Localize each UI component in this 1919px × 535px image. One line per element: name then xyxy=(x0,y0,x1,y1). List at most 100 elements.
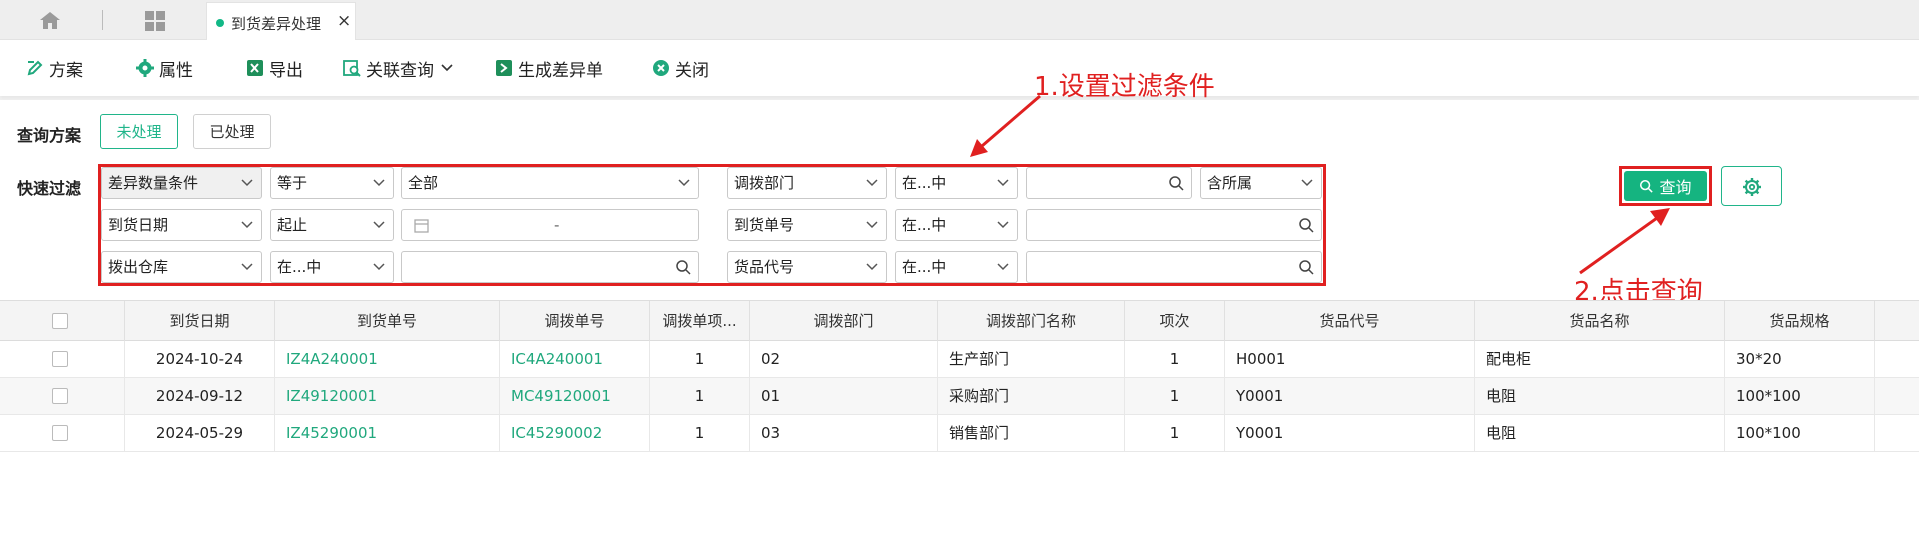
search-icon[interactable] xyxy=(1298,259,1314,275)
filter-field2-select[interactable]: 到货单号 xyxy=(727,209,887,241)
filter-field2-select[interactable]: 货品代号 xyxy=(727,251,887,283)
filter-field2-select[interactable]: 调拨部门 xyxy=(727,167,887,199)
column-header[interactable]: 调拨部门 xyxy=(750,301,938,341)
close-icon xyxy=(653,60,669,76)
search-icon[interactable] xyxy=(1298,217,1314,233)
cell-transfer-no-link[interactable]: IC4A240001 xyxy=(500,341,650,378)
filter-operator2-value: 在...中 xyxy=(902,174,947,192)
chevron-down-icon xyxy=(241,179,253,187)
properties-label: 属性 xyxy=(159,60,193,81)
filter-operator2-select[interactable]: 在...中 xyxy=(895,251,1018,283)
table-row[interactable]: 2024-05-29 IZ45290001 IC45290002 1 03 销售… xyxy=(0,415,1919,452)
search-icon[interactable] xyxy=(1168,175,1184,191)
filter-value-text: 全部 xyxy=(408,174,439,192)
filter-field-select[interactable]: 拨出仓库 xyxy=(101,251,262,283)
date-range-separator: - xyxy=(554,216,560,234)
apps-grid-icon[interactable] xyxy=(144,10,166,32)
tab-arrival-difference[interactable]: 到货差异处理 × xyxy=(206,2,356,40)
filter-operator2-value: 在...中 xyxy=(902,216,947,234)
filter-value2-input[interactable] xyxy=(1026,167,1192,199)
scheme-label: 方案 xyxy=(49,60,83,81)
query-scheme-label: 查询方案 xyxy=(17,126,82,145)
cell-dept: 02 xyxy=(750,341,938,378)
column-header[interactable]: 货品规格 xyxy=(1725,301,1875,341)
search-icon[interactable] xyxy=(675,259,691,275)
cell-arrival-date: 2024-09-12 xyxy=(125,378,275,415)
filter-operator2-value: 在...中 xyxy=(902,258,947,276)
filter-field2-value: 到货单号 xyxy=(734,216,795,234)
column-header[interactable]: 调拨单项... xyxy=(650,301,750,341)
generate-icon xyxy=(496,60,512,76)
cell-arrival-no-link[interactable]: IZ4A240001 xyxy=(275,341,500,378)
column-header[interactable]: 货品代号 xyxy=(1225,301,1475,341)
cell-dept: 01 xyxy=(750,378,938,415)
related-query-button[interactable]: 关联查询 xyxy=(343,57,454,81)
row-checkbox[interactable] xyxy=(52,351,68,367)
table-row[interactable]: 2024-10-24 IZ4A240001 IC4A240001 1 02 生产… xyxy=(0,341,1919,378)
tab-close-icon[interactable]: × xyxy=(337,11,351,31)
filter-field-select[interactable]: 差异数量条件 xyxy=(101,167,262,199)
column-header[interactable]: 货品名称 xyxy=(1475,301,1725,341)
export-button[interactable]: 导出 xyxy=(246,57,303,81)
column-header[interactable]: 到货单号 xyxy=(275,301,500,341)
close-button[interactable]: 关闭 xyxy=(652,57,709,81)
row-checkbox[interactable] xyxy=(52,388,68,404)
search-button-label: 查询 xyxy=(1659,178,1692,197)
filter-operator-value: 起止 xyxy=(277,216,308,234)
chevron-down-icon xyxy=(866,221,878,229)
filter-value2-input[interactable] xyxy=(1026,251,1322,283)
cell-product-name: 配电柜 xyxy=(1475,341,1725,378)
chevron-down-icon xyxy=(866,179,878,187)
row-checkbox[interactable] xyxy=(52,425,68,441)
cell-arrival-no-link[interactable]: IZ45290001 xyxy=(275,415,500,452)
cell-product-spec: 30*20 xyxy=(1725,341,1875,378)
close-label: 关闭 xyxy=(675,60,709,81)
chevron-down-icon xyxy=(373,179,385,187)
filter-operator-select[interactable]: 等于 xyxy=(270,167,394,199)
filter-value-select[interactable]: 全部 xyxy=(401,167,699,199)
warehouse-input[interactable] xyxy=(401,251,699,283)
cell-dept: 03 xyxy=(750,415,938,452)
export-label: 导出 xyxy=(269,60,303,81)
column-header[interactable]: 到货日期 xyxy=(125,301,275,341)
toolbar: 方案 属性 导出 关联查询 生成差异单 关闭 xyxy=(0,40,1919,96)
scheme-processed-button[interactable]: 已处理 xyxy=(193,114,271,149)
cell-arrival-no-link[interactable]: IZ49120001 xyxy=(275,378,500,415)
chevron-down-icon xyxy=(373,221,385,229)
filter-field-value: 差异数量条件 xyxy=(108,174,199,192)
home-icon[interactable] xyxy=(38,10,62,30)
quick-filter-label: 快速过滤 xyxy=(17,179,82,198)
select-all-cell xyxy=(0,301,125,341)
cell-transfer-no-link[interactable]: MC49120001 xyxy=(500,378,650,415)
chevron-down-icon xyxy=(997,263,1009,271)
cell-transfer-no-link[interactable]: IC45290002 xyxy=(500,415,650,452)
filter-operator-select[interactable]: 在...中 xyxy=(270,251,394,283)
table-row[interactable]: 2024-09-12 IZ49120001 MC49120001 1 01 采购… xyxy=(0,378,1919,415)
select-all-checkbox[interactable] xyxy=(52,313,68,329)
date-range-input[interactable]: - xyxy=(401,209,699,241)
top-tab-bar: 到货差异处理 × xyxy=(0,0,1919,40)
filter-operator2-select[interactable]: 在...中 xyxy=(895,167,1018,199)
filter-operator2-select[interactable]: 在...中 xyxy=(895,209,1018,241)
filter-include-sub-value: 含所属 xyxy=(1207,174,1253,192)
scheme-icon xyxy=(27,60,43,76)
filter-operator-select[interactable]: 起止 xyxy=(270,209,394,241)
search-button[interactable]: 查询 xyxy=(1624,171,1707,201)
generate-difference-button[interactable]: 生成差异单 xyxy=(495,57,603,81)
properties-button[interactable]: 属性 xyxy=(136,57,193,81)
filter-settings-button[interactable] xyxy=(1721,166,1782,206)
calendar-icon xyxy=(414,219,429,233)
related-query-icon xyxy=(343,60,361,77)
chevron-down-icon xyxy=(1301,179,1313,187)
scheme-button[interactable]: 方案 xyxy=(26,57,83,81)
column-header[interactable]: 项次 xyxy=(1125,301,1225,341)
cell-item-seq: 1 xyxy=(1125,341,1225,378)
filter-field-select[interactable]: 到货日期 xyxy=(101,209,262,241)
filter-value2-input[interactable] xyxy=(1026,209,1322,241)
cell-arrival-date: 2024-10-24 xyxy=(125,341,275,378)
filter-include-sub-select[interactable]: 含所属 xyxy=(1200,167,1322,199)
column-header[interactable]: 调拨部门名称 xyxy=(938,301,1125,341)
scheme-unprocessed-button[interactable]: 未处理 xyxy=(100,114,178,149)
column-header[interactable]: 调拨单号 xyxy=(500,301,650,341)
cell-product-spec: 100*100 xyxy=(1725,415,1875,452)
